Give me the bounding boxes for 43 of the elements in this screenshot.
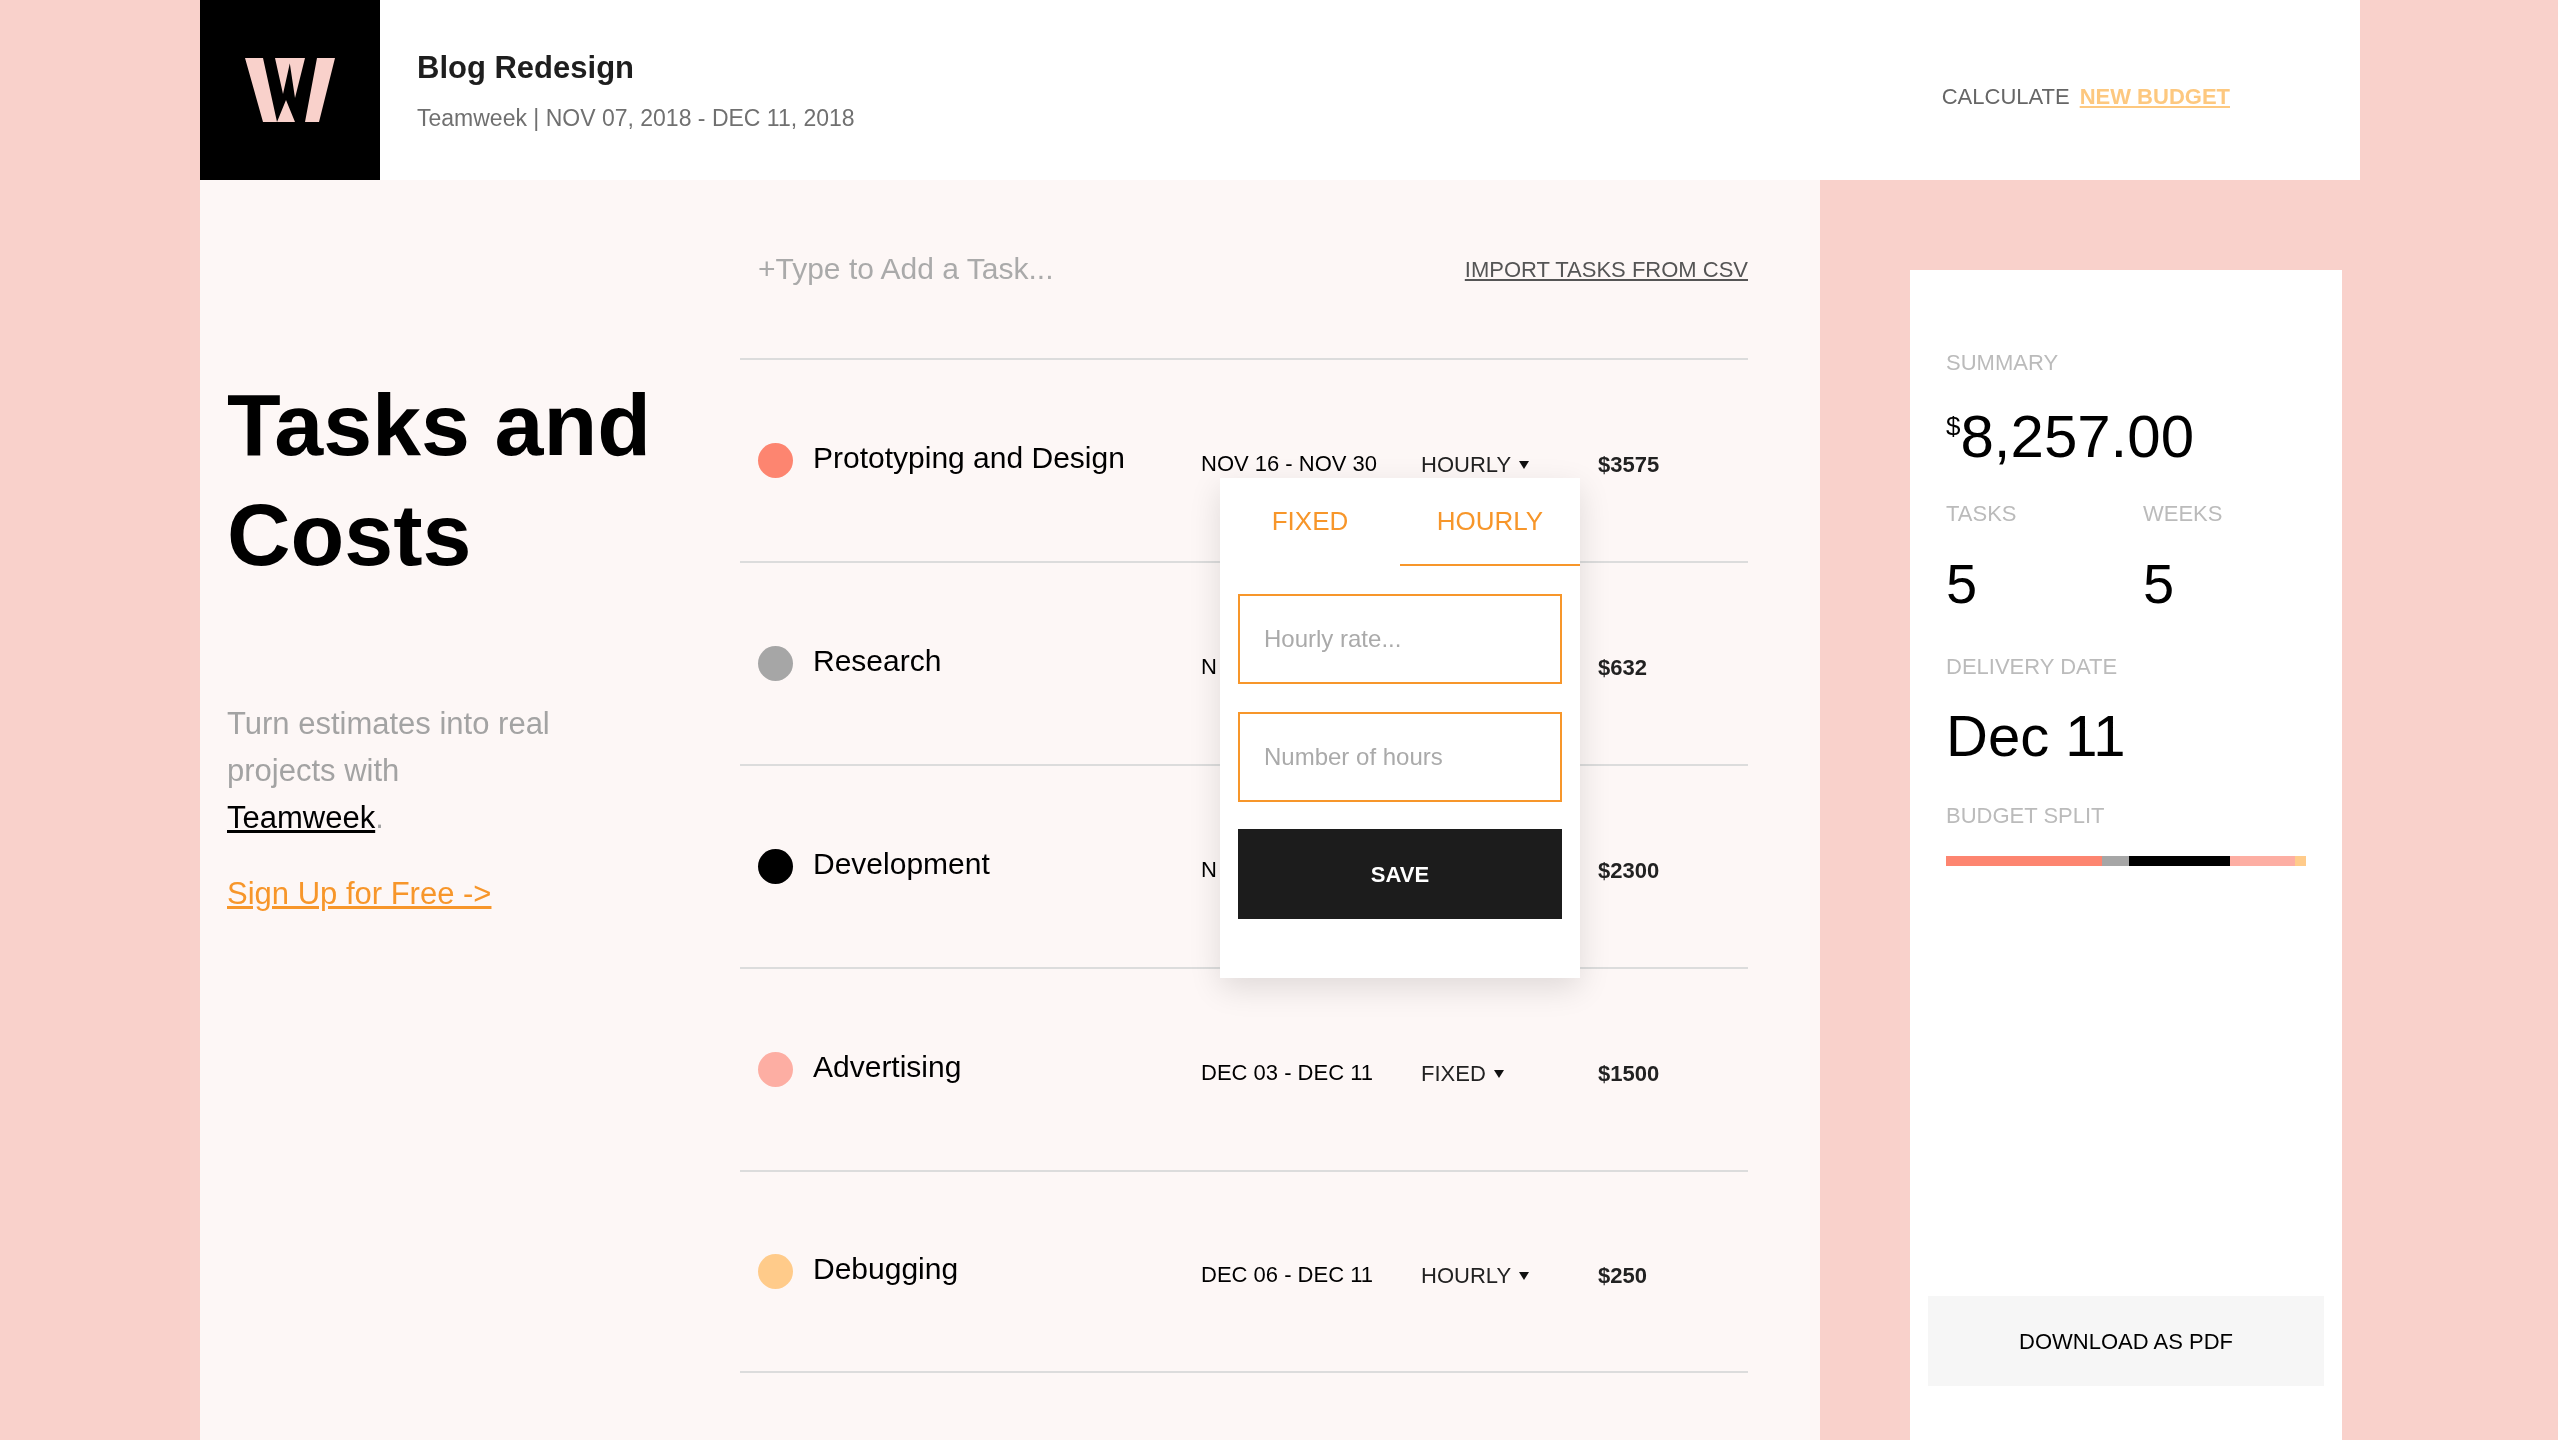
stat-label: TASKS — [1946, 500, 2018, 528]
input-field[interactable]: Hourly rate... — [1238, 594, 1562, 684]
task-amount: $3575 — [1598, 452, 1660, 477]
task-amount: $1500 — [1598, 1061, 1660, 1086]
import-csv-link[interactable]: IMPORT TASKS FROM CSV — [1464, 252, 1748, 286]
stat-value: 5 — [2143, 551, 2176, 617]
total-amount: 8,257.00 — [1960, 402, 2195, 472]
task-amount: $2300 — [1598, 858, 1660, 883]
teamweek-link[interactable]: Teamweek — [227, 800, 376, 835]
task-dates: DEC 03 - DEC 11 — [1201, 1060, 1373, 1085]
task-dates: N — [1201, 857, 1217, 882]
task-name: Advertising — [813, 1049, 963, 1085]
type-dropdown[interactable]: HOURLY — [1421, 1259, 1530, 1292]
caret-icon — [1519, 1271, 1530, 1280]
download-pdf-button[interactable]: DOWNLOAD AS PDF — [1928, 1296, 2324, 1386]
task-dates: N — [1201, 654, 1217, 679]
task-name: Prototyping and Design — [813, 440, 1126, 476]
caret-icon — [1493, 1069, 1504, 1078]
page-heading: Tasks and Costs — [227, 374, 652, 586]
project-subtitle: Teamweek | NOV 07, 2018 - DEC 11, 2018 — [417, 104, 855, 133]
task-name: Development — [813, 846, 991, 882]
intro-text: Turn estimates into real projects with Teamweek. — [227, 705, 551, 837]
currency-symbol: $ — [1946, 410, 1961, 441]
budget-split-label: BUDGET SPLIT — [1946, 802, 2106, 830]
task-amount: $250 — [1598, 1263, 1647, 1288]
delivery-date-value: Dec 11 — [1946, 702, 2127, 770]
caret-icon — [1519, 460, 1530, 469]
type-dropdown[interactable]: FIXED — [1421, 1057, 1504, 1090]
save-button[interactable]: SAVE — [1238, 829, 1562, 919]
project-title: Blog Redesign — [417, 48, 635, 87]
input-field[interactable]: Number of hours — [1238, 712, 1562, 802]
delivery-date-label: DELIVERY DATE — [1946, 653, 2119, 681]
calculate-label: CALCULATE — [1941, 82, 2070, 111]
stat-label: WEEKS — [2143, 500, 2224, 528]
task-amount: $632 — [1598, 655, 1647, 680]
summary-label: SUMMARY — [1946, 349, 2060, 377]
type-dropdown[interactable]: HOURLY — [1421, 448, 1530, 481]
task-dates: NOV 16 - NOV 30 — [1201, 451, 1378, 476]
task-input-field[interactable]: +Type to Add a Task... — [758, 239, 1358, 299]
stat-value: 5 — [1946, 551, 1979, 617]
task-name: Research — [813, 643, 943, 679]
task-dates: DEC 06 - DEC 11 — [1201, 1262, 1373, 1287]
task-name: Debugging — [813, 1251, 960, 1287]
